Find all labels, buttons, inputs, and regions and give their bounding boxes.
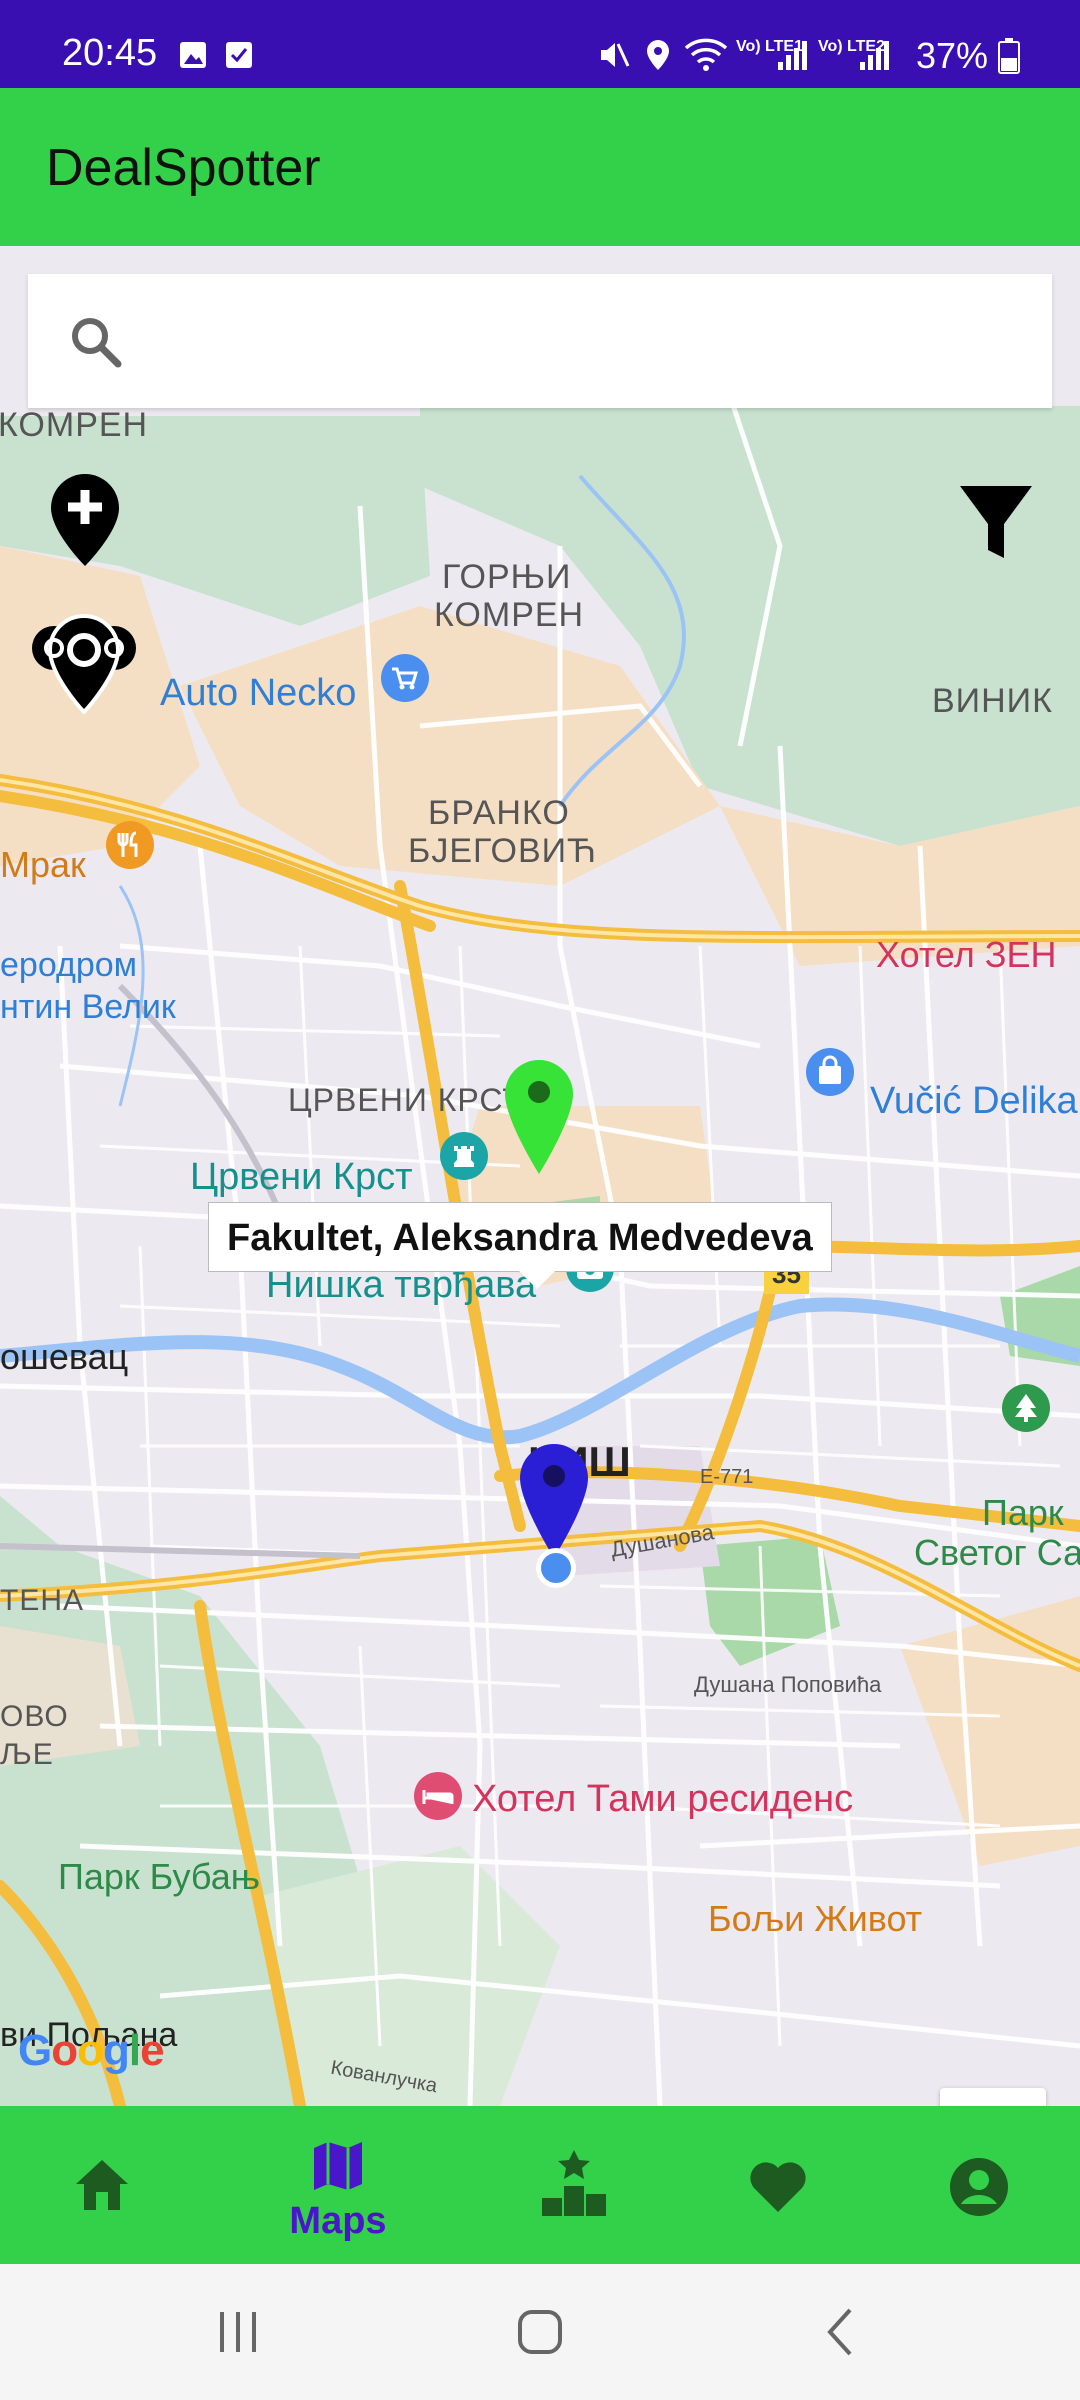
shopping-cart-poi-icon[interactable] bbox=[375, 652, 435, 712]
location-icon bbox=[647, 40, 669, 70]
signal-icon bbox=[860, 41, 889, 70]
map-label: нтин Велик bbox=[0, 988, 176, 1026]
recent-apps-icon[interactable] bbox=[208, 2302, 268, 2362]
nav-favorites[interactable] bbox=[698, 2106, 858, 2264]
back-icon[interactable] bbox=[812, 2302, 872, 2362]
image-icon bbox=[180, 42, 206, 68]
map-label: ГОРЊИ bbox=[442, 558, 572, 596]
hotel-poi-icon[interactable] bbox=[408, 1770, 468, 1830]
map-label: Vučić Delika bbox=[870, 1080, 1078, 1122]
account-icon bbox=[950, 2158, 1008, 2216]
battery-percent: 37% bbox=[915, 35, 988, 76]
restaurant-poi-icon[interactable] bbox=[100, 819, 160, 879]
app-bar: DealSpotter bbox=[0, 88, 1080, 246]
mute-icon bbox=[601, 43, 630, 67]
map-view[interactable]: КОМРЕН ГОРЊИ КОМРЕН ВИНИК Auto Necko БРА… bbox=[0, 246, 1080, 2106]
nav-maps-label: Maps bbox=[289, 2200, 387, 2242]
app-title: DealSpotter bbox=[46, 139, 321, 197]
search-icon bbox=[72, 318, 122, 368]
map-label: Хотел Тами ресиденс bbox=[472, 1778, 854, 1820]
nav-ranking[interactable] bbox=[494, 2106, 654, 2264]
map-label: E-771 bbox=[700, 1466, 754, 1488]
map-icon bbox=[314, 2142, 362, 2190]
wifi-icon bbox=[684, 38, 728, 71]
plus-icon bbox=[940, 2088, 1046, 2106]
map-label: КОМРЕН bbox=[0, 406, 149, 444]
marker-info-window[interactable]: Fakultet, Aleksandra Medvedeva bbox=[208, 1202, 832, 1289]
map-label: Црвени Крст bbox=[190, 1156, 413, 1198]
map-label: ЉЕ bbox=[0, 1738, 54, 1771]
park-poi-icon[interactable] bbox=[996, 1382, 1056, 1442]
map-label: еродром bbox=[0, 946, 138, 984]
status-time: 20:45 bbox=[62, 32, 158, 74]
map-label: ОВО bbox=[0, 1700, 69, 1733]
map-label: Светог Са bbox=[914, 1532, 1080, 1573]
map-label: БЈЕГОВИЋ bbox=[408, 832, 598, 870]
selected-place-marker[interactable] bbox=[503, 1058, 575, 1176]
map-label: Хотел ЗЕН bbox=[876, 934, 1057, 975]
group-places-icon[interactable] bbox=[26, 610, 142, 714]
signal-icon bbox=[778, 41, 807, 70]
system-navigation-bar bbox=[0, 2264, 1080, 2400]
shopping-bag-poi-icon[interactable] bbox=[800, 1046, 860, 1106]
zoom-in-button[interactable] bbox=[940, 2088, 1046, 2106]
map-label: Душана Поповића bbox=[694, 1672, 882, 1697]
map-label: ЦРВЕНИ КРСТ bbox=[288, 1082, 523, 1118]
check-icon bbox=[226, 42, 252, 68]
map-background bbox=[0, 365, 1080, 2106]
search-input[interactable] bbox=[148, 304, 1008, 378]
map-label: КОМРЕН bbox=[434, 596, 585, 634]
zoom-controls bbox=[940, 2088, 1046, 2106]
map-label: ТЕНА bbox=[0, 1584, 85, 1617]
home-button-icon[interactable] bbox=[510, 2302, 570, 2362]
nav-maps[interactable]: Maps bbox=[258, 2106, 418, 2264]
filter-icon[interactable] bbox=[958, 482, 1034, 562]
map-label: Бољи Живот bbox=[708, 1898, 923, 1939]
map-label: Парк Бубањ bbox=[58, 1856, 260, 1897]
home-icon bbox=[76, 2160, 128, 2210]
status-bar: 20:45 Vo) LTE1 Vo) LTE2 37% bbox=[0, 0, 1080, 88]
status-icons: Vo) LTE1 Vo) LTE2 37% bbox=[560, 0, 1080, 88]
map-label: БРАНКО bbox=[428, 794, 570, 832]
search-box[interactable] bbox=[28, 274, 1052, 408]
battery-icon bbox=[998, 38, 1020, 74]
heart-icon bbox=[750, 2162, 806, 2212]
google-logo: Google bbox=[18, 2026, 165, 2075]
user-place-marker[interactable] bbox=[518, 1442, 590, 1560]
landmark-poi-icon[interactable] bbox=[434, 1130, 494, 1190]
map-label: Auto Necko bbox=[160, 672, 357, 714]
map-label: ВИНИК bbox=[932, 682, 1053, 720]
map-label: Мрак bbox=[0, 844, 86, 885]
ranking-icon bbox=[542, 2150, 606, 2216]
map-label: ошевац bbox=[0, 1336, 129, 1377]
bottom-navigation: Maps bbox=[0, 2106, 1080, 2264]
nav-home[interactable] bbox=[22, 2106, 182, 2264]
nav-account[interactable] bbox=[900, 2106, 1060, 2264]
add-place-marker-icon[interactable] bbox=[48, 472, 122, 568]
map-label: Парк bbox=[982, 1492, 1064, 1533]
my-location-dot bbox=[536, 1548, 576, 1588]
